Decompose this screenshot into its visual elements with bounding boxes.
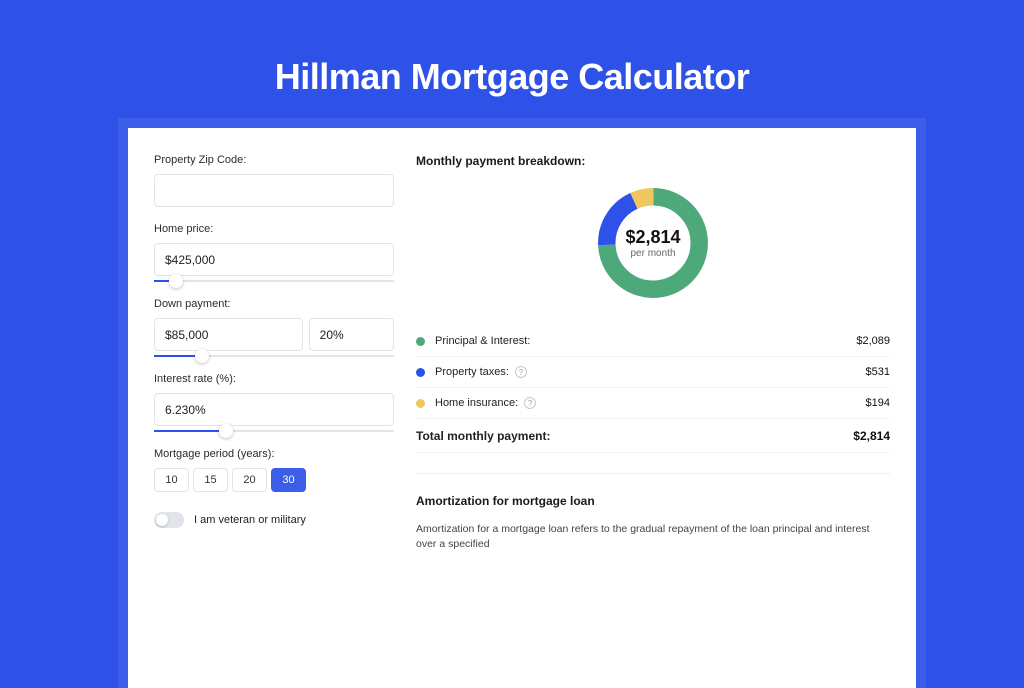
legend-label-ins: Home insurance: xyxy=(435,397,518,409)
inputs-panel: Property Zip Code: Home price: Down paym… xyxy=(154,154,394,552)
info-icon[interactable]: ? xyxy=(515,366,527,378)
price-slider-thumb[interactable] xyxy=(169,274,183,288)
amort-heading: Amortization for mortgage loan xyxy=(416,494,890,508)
period-option-20[interactable]: 20 xyxy=(232,468,267,492)
period-block: Mortgage period (years): 10 15 20 30 xyxy=(154,448,394,492)
dot-pi xyxy=(416,337,425,346)
down-percent-input[interactable] xyxy=(309,318,394,351)
period-label: Mortgage period (years): xyxy=(154,448,394,460)
legend-label-tax: Property taxes: xyxy=(435,366,509,378)
down-label: Down payment: xyxy=(154,298,394,310)
veteran-label: I am veteran or military xyxy=(194,514,306,526)
breakdown-heading: Monthly payment breakdown: xyxy=(416,154,890,168)
donut-chart-wrap: $2,814 per month xyxy=(416,182,890,304)
legend-value-tax: $531 xyxy=(866,366,890,378)
down-slider-thumb[interactable] xyxy=(195,349,209,363)
amort-text: Amortization for a mortgage loan refers … xyxy=(416,522,890,552)
legend-row-total: Total monthly payment: $2,814 xyxy=(416,419,890,453)
donut-sub: per month xyxy=(630,248,675,259)
rate-input[interactable] xyxy=(154,393,394,426)
legend-row-ins: Home insurance: ? $194 xyxy=(416,388,890,419)
legend-row-tax: Property taxes: ? $531 xyxy=(416,357,890,388)
legend-value-pi: $2,089 xyxy=(856,335,890,347)
dot-tax xyxy=(416,368,425,377)
price-slider[interactable] xyxy=(154,280,394,282)
price-label: Home price: xyxy=(154,223,394,235)
legend-row-pi: Principal & Interest: $2,089 xyxy=(416,326,890,357)
period-options: 10 15 20 30 xyxy=(154,468,394,492)
period-option-30[interactable]: 30 xyxy=(271,468,306,492)
period-option-15[interactable]: 15 xyxy=(193,468,228,492)
donut-amount: $2,814 xyxy=(625,227,680,248)
zip-input[interactable] xyxy=(154,174,394,207)
veteran-toggle[interactable] xyxy=(154,512,184,528)
down-block: Down payment: xyxy=(154,298,394,357)
total-value: $2,814 xyxy=(853,429,890,443)
rate-slider-thumb[interactable] xyxy=(219,424,233,438)
down-slider[interactable] xyxy=(154,355,394,357)
total-label: Total monthly payment: xyxy=(416,429,550,443)
dot-ins xyxy=(416,399,425,408)
zip-block: Property Zip Code: xyxy=(154,154,394,207)
info-icon[interactable]: ? xyxy=(524,397,536,409)
legend-value-ins: $194 xyxy=(866,397,890,409)
breakdown-panel: Monthly payment breakdown: $2,814 per mo… xyxy=(416,154,890,552)
price-input[interactable] xyxy=(154,243,394,276)
rate-block: Interest rate (%): xyxy=(154,373,394,432)
legend-label-pi: Principal & Interest: xyxy=(435,335,530,347)
amort-section: Amortization for mortgage loan Amortizat… xyxy=(416,473,890,552)
page-title: Hillman Mortgage Calculator xyxy=(0,0,1024,98)
veteran-row: I am veteran or military xyxy=(154,512,394,528)
calculator-card: Property Zip Code: Home price: Down paym… xyxy=(128,128,916,688)
rate-label: Interest rate (%): xyxy=(154,373,394,385)
zip-label: Property Zip Code: xyxy=(154,154,394,166)
price-block: Home price: xyxy=(154,223,394,282)
down-amount-input[interactable] xyxy=(154,318,303,351)
rate-slider-fill xyxy=(154,430,226,432)
donut-chart: $2,814 per month xyxy=(592,182,714,304)
rate-slider[interactable] xyxy=(154,430,394,432)
period-option-10[interactable]: 10 xyxy=(154,468,189,492)
